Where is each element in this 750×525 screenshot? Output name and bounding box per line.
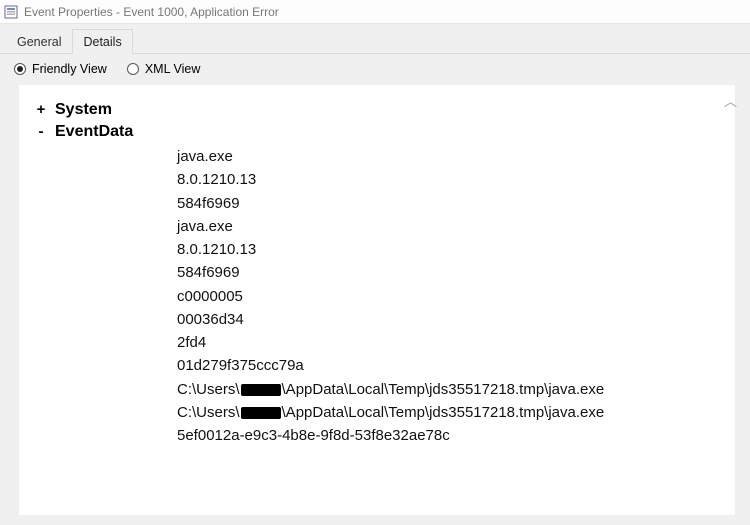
data-value: 01d279f375ccc79a (177, 354, 725, 377)
chevron-up-icon[interactable]: ︿ (724, 91, 737, 110)
view-mode-row: Friendly View XML View (0, 54, 750, 84)
data-value: 584f6969 (177, 192, 725, 215)
redacted-text (241, 384, 281, 396)
data-value: 2fd4 (177, 331, 725, 354)
redacted-text (241, 407, 281, 419)
radio-icon (14, 63, 26, 75)
expand-toggle-icon[interactable]: + (35, 101, 47, 118)
radio-label: Friendly View (32, 62, 107, 76)
data-value: 8.0.1210.13 (177, 238, 725, 261)
tab-general[interactable]: General (6, 29, 72, 54)
radio-label: XML View (145, 62, 201, 76)
radio-icon (127, 63, 139, 75)
data-value: 5ef0012a-e9c3-4b8e-9f8d-53f8e32ae78c (177, 424, 725, 447)
node-label: System (55, 101, 112, 119)
data-value: C:\Users\\AppData\Local\Temp\jds35517218… (177, 378, 725, 401)
data-value: 584f6969 (177, 261, 725, 284)
tree-node-eventdata[interactable]: - EventData (35, 123, 725, 141)
radio-friendly-view[interactable]: Friendly View (14, 62, 107, 76)
data-value: java.exe (177, 145, 725, 168)
titlebar: Event Properties - Event 1000, Applicati… (0, 0, 750, 24)
window-title: Event Properties - Event 1000, Applicati… (24, 5, 279, 19)
radio-xml-view[interactable]: XML View (127, 62, 201, 76)
data-value: 8.0.1210.13 (177, 168, 725, 191)
window-icon (4, 5, 18, 19)
data-value: c0000005 (177, 285, 725, 308)
tabstrip: General Details (0, 24, 750, 54)
eventdata-values: java.exe 8.0.1210.13 584f6969 java.exe 8… (177, 145, 725, 447)
data-value: java.exe (177, 215, 725, 238)
content-wrap: ︿ + System - EventData java.exe 8.0.1210… (18, 84, 736, 516)
collapse-toggle-icon[interactable]: - (35, 123, 47, 140)
data-value: C:\Users\\AppData\Local\Temp\jds35517218… (177, 401, 725, 424)
tab-details[interactable]: Details (72, 29, 132, 54)
details-panel: ︿ + System - EventData java.exe 8.0.1210… (18, 84, 736, 516)
node-label: EventData (55, 123, 133, 141)
tree-node-system[interactable]: + System (35, 101, 725, 119)
data-value: 00036d34 (177, 308, 725, 331)
